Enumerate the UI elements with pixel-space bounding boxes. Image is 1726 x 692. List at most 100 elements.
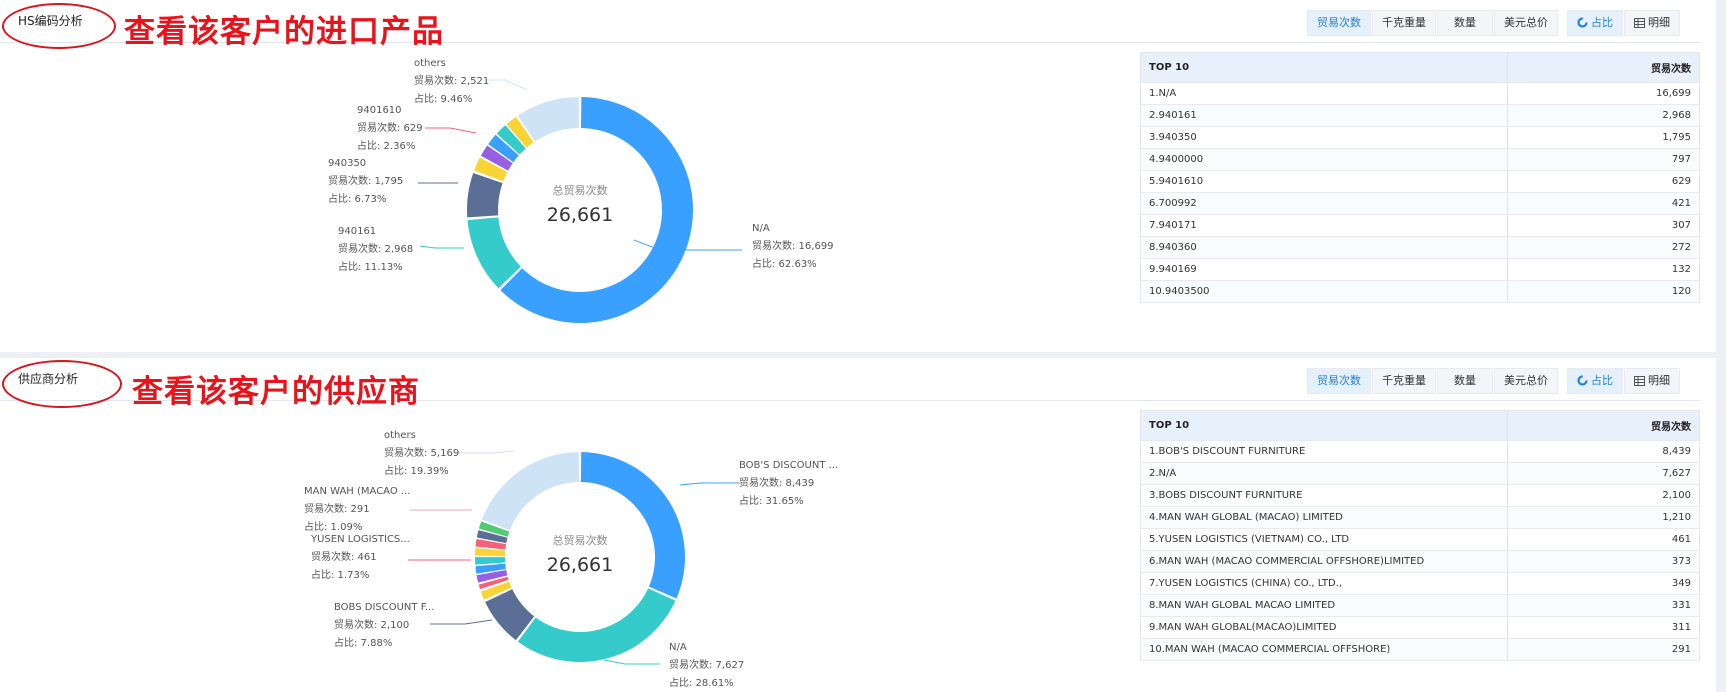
slice-label-name: 940161 — [338, 226, 376, 237]
metric-button-usd-total[interactable]: 美元总价 — [1494, 10, 1558, 36]
slice-label-pct: 占比: 19.39% — [384, 464, 449, 477]
slice-label-count: 贸易次数: 2,521 — [414, 74, 489, 87]
table-icon — [1634, 13, 1645, 37]
table-header-value: 贸易次数 — [1507, 410, 1700, 441]
table-row: 1.BOB'S DISCOUNT FURNITURE 8,439 — [1140, 440, 1700, 463]
row-name: 7.YUSEN LOGISTICS (CHINA) CO., LTD., — [1140, 572, 1508, 595]
metric-button-weight[interactable]: 千克重量 — [1372, 10, 1436, 36]
row-name: 2.N/A — [1140, 462, 1508, 485]
hs-top10-table: TOP 10 贸易次数 1.N/A 16,699 2.940161 2,968 3.… — [1140, 52, 1700, 303]
metric-button-quantity[interactable]: 数量 — [1437, 10, 1493, 36]
view-detail-label: 明细 — [1648, 374, 1670, 387]
donut-slice[interactable] — [467, 217, 521, 289]
row-value: 331 — [1507, 594, 1700, 617]
table-header-name: TOP 10 — [1140, 410, 1508, 441]
slice-label-pct: 占比: 11.13% — [338, 260, 403, 273]
row-name: 9.MAN WAH GLOBAL(MACAO)LIMITED — [1140, 616, 1508, 639]
table-row: 10.MAN WAH (MACAO COMMERCIAL OFFSHORE) 29… — [1140, 638, 1700, 661]
table-row: 9.MAN WAH GLOBAL(MACAO)LIMITED 311 — [1140, 616, 1700, 639]
table-row: 2.N/A 7,627 — [1140, 462, 1700, 485]
table-header-name: TOP 10 — [1140, 52, 1508, 83]
row-name: 4.MAN WAH GLOBAL (MACAO) LIMITED — [1140, 506, 1508, 529]
slice-label-count: 贸易次数: 461 — [311, 550, 377, 563]
slice-label-count: 贸易次数: 1,795 — [328, 174, 403, 187]
slice-label-name: YUSEN LOGISTICS... — [310, 534, 410, 545]
slice-label-name: others — [414, 58, 446, 69]
view-ratio-button[interactable]: 占比 — [1567, 10, 1623, 36]
row-value: 7,627 — [1507, 462, 1700, 485]
metric-button-trade-count[interactable]: 贸易次数 — [1307, 368, 1371, 394]
row-name: 2.940161 — [1140, 104, 1508, 127]
metric-toolbar: 贸易次数 千克重量 数量 美元总价 占比 明细 — [1306, 368, 1680, 394]
table-row: 6.MAN WAH (MACAO COMMERCIAL OFFSHORE)LIM… — [1140, 550, 1700, 573]
view-detail-button[interactable]: 明细 — [1624, 10, 1680, 36]
table-row: 4.9400000 797 — [1140, 148, 1700, 171]
hs-donut-chart: 总贸易次数 26,661 N/A 贸易次数: 16,699 占比: 62.63%… — [0, 0, 1100, 352]
metric-button-usd-total[interactable]: 美元总价 — [1494, 368, 1558, 394]
row-value: 1,795 — [1507, 126, 1700, 149]
view-ratio-button[interactable]: 占比 — [1567, 368, 1623, 394]
donut-slice[interactable] — [467, 173, 503, 218]
table-row: 5.9401610 629 — [1140, 170, 1700, 193]
slice-label-count: 贸易次数: 16,699 — [752, 239, 834, 252]
donut-slice[interactable] — [475, 557, 506, 565]
row-value: 797 — [1507, 148, 1700, 171]
pie-chart-icon — [1577, 371, 1588, 395]
slice-label-pct: 占比: 9.46% — [414, 92, 472, 105]
leader-line-others — [455, 450, 515, 454]
view-ratio-label: 占比 — [1591, 16, 1613, 29]
row-name: 6.MAN WAH (MACAO COMMERCIAL OFFSHORE)LIM… — [1140, 550, 1508, 573]
row-value: 2,968 — [1507, 104, 1700, 127]
metric-button-trade-count[interactable]: 贸易次数 — [1307, 10, 1371, 36]
leader-line-9401610 — [425, 127, 477, 134]
table-row: 6.700992 421 — [1140, 192, 1700, 215]
table-row: 3.BOBS DISCOUNT FURNITURE 2,100 — [1140, 484, 1700, 507]
row-name: 1.BOB'S DISCOUNT FURNITURE — [1140, 440, 1508, 463]
slice-label-name: 940350 — [328, 158, 366, 169]
slice-label-count: 贸易次数: 2,968 — [338, 242, 413, 255]
donut-slice[interactable] — [475, 548, 506, 557]
metric-toolbar: 贸易次数 千克重量 数量 美元总价 占比 明细 — [1306, 10, 1680, 36]
leader-line-bobs — [679, 482, 740, 486]
table-row: 5.YUSEN LOGISTICS (VIETNAM) CO., LTD 461 — [1140, 528, 1700, 551]
row-value: 349 — [1507, 572, 1700, 595]
metric-button-quantity[interactable]: 数量 — [1437, 368, 1493, 394]
row-value: 373 — [1507, 550, 1700, 573]
slice-label-pct: 占比: 28.61% — [669, 676, 734, 689]
view-ratio-label: 占比 — [1591, 374, 1613, 387]
slice-label-name: others — [384, 430, 416, 441]
center-label: 总贸易次数 — [553, 533, 608, 547]
leader-line-na — [603, 659, 660, 665]
table-row: 9.940169 132 — [1140, 258, 1700, 281]
table-row: 8.940360 272 — [1140, 236, 1700, 259]
row-name: 8.MAN WAH GLOBAL MACAO LIMITED — [1140, 594, 1508, 617]
view-detail-button[interactable]: 明细 — [1624, 368, 1680, 394]
metric-button-weight[interactable]: 千克重量 — [1372, 368, 1436, 394]
table-row: 4.MAN WAH GLOBAL (MACAO) LIMITED 1,210 — [1140, 506, 1700, 529]
donut-slice[interactable] — [580, 452, 685, 599]
row-name: 3.BOBS DISCOUNT FURNITURE — [1140, 484, 1508, 507]
slice-label-count: 贸易次数: 8,439 — [739, 476, 814, 489]
center-value: 26,661 — [547, 554, 613, 576]
slice-label-name: BOB'S DISCOUNT ... — [739, 460, 838, 471]
leader-line-bobs-f — [430, 619, 493, 625]
donut-slice[interactable] — [517, 588, 676, 662]
slice-label-pct: 占比: 2.36% — [357, 139, 415, 152]
table-row: 8.MAN WAH GLOBAL MACAO LIMITED 331 — [1140, 594, 1700, 617]
table-header-value: 贸易次数 — [1507, 52, 1700, 83]
row-value: 120 — [1507, 280, 1700, 303]
table-row: 10.9403500 120 — [1140, 280, 1700, 303]
row-name: 6.700992 — [1140, 192, 1508, 215]
table-header-row: TOP 10 贸易次数 — [1140, 410, 1700, 441]
supplier-top10-table: TOP 10 贸易次数 1.BOB'S DISCOUNT FURNITURE 8,… — [1140, 410, 1700, 661]
row-name: 5.YUSEN LOGISTICS (VIETNAM) CO., LTD — [1140, 528, 1508, 551]
slice-label-count: 贸易次数: 5,169 — [384, 446, 459, 459]
table-row: 7.940171 307 — [1140, 214, 1700, 237]
row-name: 10.MAN WAH (MACAO COMMERCIAL OFFSHORE) — [1140, 638, 1508, 661]
slice-label-name: N/A — [669, 642, 687, 653]
row-value: 291 — [1507, 638, 1700, 661]
hs-code-panel: HS编码分析 查看该客户的进口产品 贸易次数 千克重量 数量 美元总价 占比 明… — [0, 0, 1716, 352]
donut-slice-others[interactable] — [481, 452, 580, 531]
slice-label-name: MAN WAH (MACAO ... — [304, 486, 410, 497]
slice-label-name: BOBS DISCOUNT F... — [334, 602, 434, 613]
